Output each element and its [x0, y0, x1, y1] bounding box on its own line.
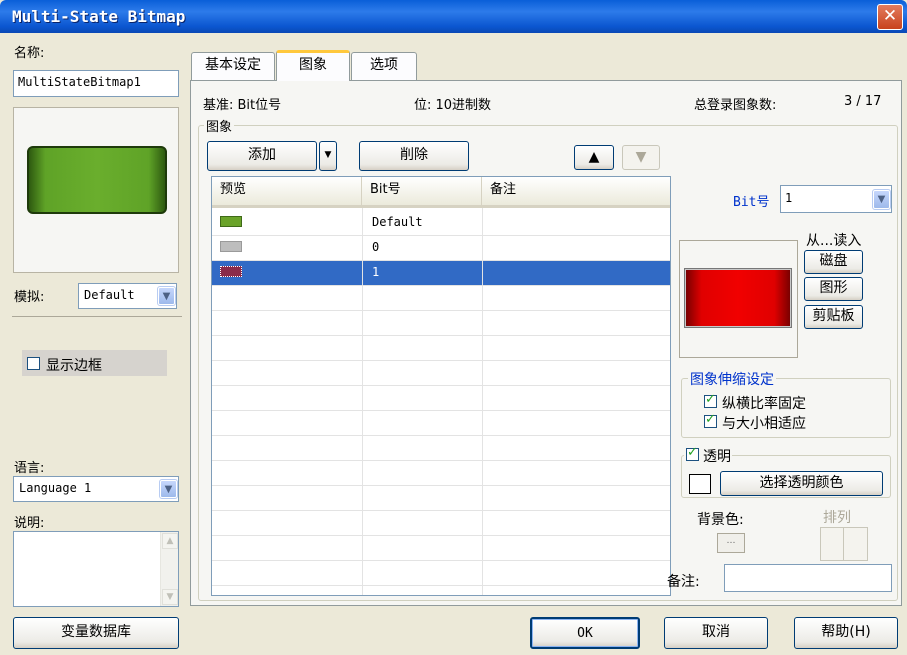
- table-row[interactable]: Default: [212, 211, 670, 236]
- fit-size-checkbox[interactable]: [704, 412, 717, 428]
- state-preview: [684, 268, 792, 328]
- language-label: 语言:: [14, 461, 45, 476]
- shape-button[interactable]: 图形: [804, 277, 863, 301]
- table-row[interactable]: 0: [212, 236, 670, 261]
- window-title: Multi-State Bitmap: [12, 7, 186, 26]
- chevron-down-icon[interactable]: ▼: [157, 286, 176, 306]
- help-button[interactable]: 帮助(H): [794, 617, 898, 649]
- empty-row: [212, 336, 670, 361]
- move-up-button[interactable]: ▲: [574, 145, 614, 170]
- bit-number-value: 1: [785, 191, 793, 205]
- row-bit: 1: [372, 265, 380, 279]
- table-row[interactable]: 1: [212, 261, 670, 286]
- scroll-up-icon[interactable]: ▲: [162, 533, 178, 549]
- description-label: 说明:: [14, 516, 45, 531]
- tab-basic-settings[interactable]: 基本设定: [191, 52, 275, 80]
- row-swatch: [220, 216, 242, 227]
- ok-button[interactable]: OK: [530, 617, 640, 649]
- simulate-select[interactable]: Default ▼: [78, 283, 177, 309]
- triangle-up-icon: ▲: [588, 149, 600, 165]
- scrollbar[interactable]: ▲ ▼: [160, 532, 178, 606]
- add-button[interactable]: 添加: [207, 141, 317, 171]
- description-textarea[interactable]: ▲ ▼: [13, 531, 179, 607]
- column-header-note[interactable]: 备注: [482, 177, 670, 208]
- delete-button[interactable]: 削除: [359, 141, 469, 171]
- empty-row: [212, 286, 670, 311]
- select-transparent-color-button[interactable]: 选择透明颜色: [720, 471, 883, 496]
- row-swatch: [220, 266, 242, 277]
- transparent-label: 透明: [703, 449, 731, 465]
- close-button[interactable]: ✕: [877, 4, 903, 30]
- simulate-value: Default: [84, 288, 135, 302]
- show-border-label: 显示边框: [46, 358, 102, 374]
- bitmap-preview-frame: [13, 107, 179, 273]
- bit-format-label: 位: 10进制数: [414, 98, 492, 113]
- cancel-button[interactable]: 取消: [664, 617, 768, 649]
- transparent-checkbox[interactable]: [686, 445, 699, 461]
- language-value: Language 1: [19, 481, 92, 495]
- stretch-group-label: 图象伸缩设定: [688, 369, 776, 389]
- tab-options[interactable]: 选项: [351, 52, 417, 80]
- row-bit: Default: [372, 215, 423, 229]
- chevron-down-icon: ▼: [324, 150, 332, 160]
- state-preview-frame: [679, 240, 798, 358]
- transparent-color-swatch[interactable]: [689, 474, 711, 494]
- empty-row: [212, 486, 670, 511]
- bitmap-preview: [27, 146, 167, 214]
- empty-row: [212, 436, 670, 461]
- empty-row: [212, 511, 670, 536]
- image-group-label: 图象: [204, 116, 235, 135]
- chevron-down-icon[interactable]: ▼: [872, 189, 891, 210]
- language-select[interactable]: Language 1 ▼: [13, 476, 179, 502]
- bit-number-select[interactable]: 1 ▼: [780, 185, 892, 213]
- image-list[interactable]: 预览 Bit号 备注 Default 0 1: [211, 176, 671, 596]
- keep-ratio-checkbox[interactable]: [704, 392, 717, 408]
- empty-row: [212, 311, 670, 336]
- total-images-value: 3 / 17: [844, 94, 882, 109]
- ellipsis-icon: …: [726, 536, 736, 546]
- note-input[interactable]: [724, 564, 892, 592]
- read-from-label: 从...读入: [806, 233, 862, 249]
- column-header-preview[interactable]: 预览: [212, 177, 362, 208]
- scroll-down-icon[interactable]: ▼: [162, 589, 178, 605]
- variable-database-button[interactable]: 变量数据库: [13, 617, 179, 649]
- empty-row: [212, 361, 670, 386]
- chevron-down-icon[interactable]: ▼: [159, 479, 178, 499]
- background-color-label: 背景色:: [697, 512, 744, 528]
- move-down-button[interactable]: ▼: [622, 145, 660, 170]
- keep-ratio-label: 纵横比率固定: [722, 396, 806, 412]
- empty-row: [212, 461, 670, 486]
- show-border-checkbox[interactable]: [27, 357, 40, 370]
- simulate-label: 模拟:: [14, 290, 45, 305]
- background-color-button[interactable]: …: [717, 533, 745, 553]
- row-swatch: [220, 241, 242, 252]
- add-dropdown-button[interactable]: ▼: [319, 141, 337, 171]
- clipboard-button[interactable]: 剪贴板: [804, 305, 863, 329]
- row-bit: 0: [372, 240, 380, 254]
- arrange-button[interactable]: [820, 527, 868, 561]
- triangle-down-icon: ▼: [635, 149, 647, 165]
- column-header-bit[interactable]: Bit号: [362, 177, 482, 208]
- total-images-label: 总登录图象数:: [694, 98, 777, 113]
- note-label: 备注:: [667, 574, 700, 590]
- bit-number-label: Bit号: [733, 195, 770, 210]
- arrange-divider: [843, 528, 844, 560]
- name-input[interactable]: MultiStateBitmap1: [13, 70, 179, 97]
- arrange-label: 排列: [823, 510, 851, 526]
- tab-image[interactable]: 图象: [276, 50, 350, 81]
- name-label: 名称:: [14, 46, 45, 61]
- empty-row: [212, 536, 670, 561]
- empty-row: [212, 411, 670, 436]
- divider: [12, 316, 182, 317]
- base-label: 基准: Bit位号: [203, 98, 282, 113]
- empty-row: [212, 386, 670, 411]
- fit-size-label: 与大小相适应: [722, 416, 806, 432]
- empty-row: [212, 561, 670, 586]
- disk-button[interactable]: 磁盘: [804, 250, 863, 274]
